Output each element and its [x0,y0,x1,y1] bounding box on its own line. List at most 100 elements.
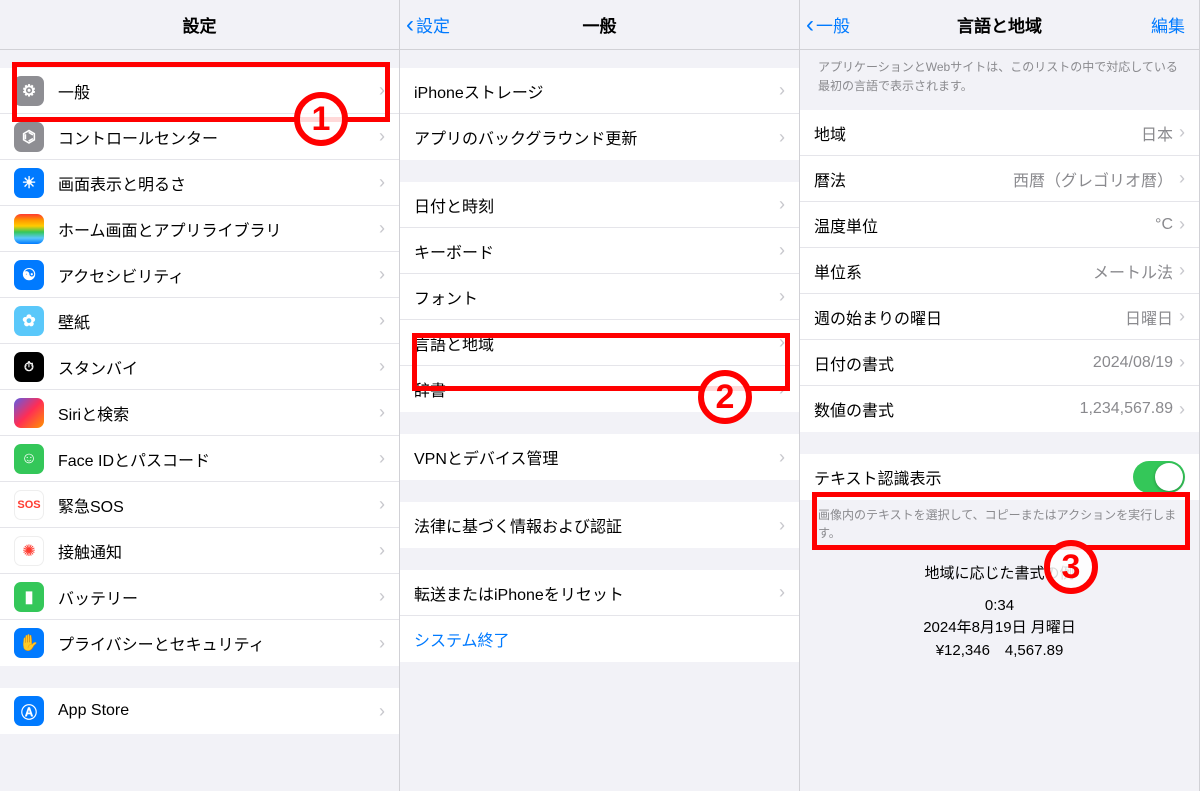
row-battery[interactable]: ▮ バッテリー › [0,574,399,620]
row-temperature[interactable]: 温度単位 °C › [800,202,1199,248]
chevron-right-icon: › [779,127,785,148]
chevron-right-icon: › [779,240,785,261]
chevron-right-icon: › [779,332,785,353]
chevron-right-icon: › [1179,122,1185,143]
row-background-refresh[interactable]: アプリのバックグラウンド更新 › [400,114,799,160]
back-button-general[interactable]: ‹ 一般 [806,12,850,37]
row-language-region[interactable]: 言語と地域 › [400,320,799,366]
label: 日付と時刻 [414,193,779,217]
row-general[interactable]: ⚙ 一般 › [0,68,399,114]
row-sos[interactable]: SOS 緊急SOS › [0,482,399,528]
row-iphone-storage[interactable]: iPhoneストレージ › [400,68,799,114]
chevron-right-icon: › [779,447,785,468]
live-text-toggle[interactable] [1133,461,1185,493]
row-dictionary[interactable]: 辞書 › [400,366,799,412]
label: コントロールセンター [58,125,379,149]
label: 法律に基づく情報および認証 [414,513,779,537]
row-accessibility[interactable]: ☯ アクセシビリティ › [0,252,399,298]
row-keyboard[interactable]: キーボード › [400,228,799,274]
row-calendar[interactable]: 暦法 西暦（グレゴリオ暦） › [800,156,1199,202]
panel-lang-region: ‹ 一般 言語と地域 編集 アプリケーションとWebサイトは、このリストの中で対… [800,0,1200,791]
general-list[interactable]: iPhoneストレージ › アプリのバックグラウンド更新 › 日付と時刻 › キ… [400,50,799,791]
chevron-right-icon: › [379,80,385,101]
row-measurement[interactable]: 単位系 メートル法 › [800,248,1199,294]
chevron-right-icon: › [779,379,785,400]
privacy-icon: ✋ [14,628,44,658]
row-display[interactable]: ☀ 画面表示と明るさ › [0,160,399,206]
chevron-right-icon: › [779,515,785,536]
chevron-right-icon: › [779,582,785,603]
label: フォント [414,285,779,309]
row-fonts[interactable]: フォント › [400,274,799,320]
row-home-screen[interactable]: ホーム画面とアプリライブラリ › [0,206,399,252]
label: ホーム画面とアプリライブラリ [58,217,379,241]
label: 接触通知 [58,539,379,563]
back-label: 設定 [416,12,450,37]
label: プライバシーとセキュリティ [58,631,379,655]
value: 1,234,567.89 [1080,400,1173,418]
chevron-right-icon: › [779,194,785,215]
back-button-settings[interactable]: ‹ 設定 [406,12,450,37]
label: 週の始まりの曜日 [814,305,1125,329]
chevron-right-icon: › [379,218,385,239]
example-money: ¥12,346 4,567.89 [810,639,1189,660]
live-text-note: 画像内のテキストを選択して、コピーまたはアクションを実行します。 [800,500,1199,542]
chevron-right-icon: › [1179,260,1185,281]
example-title: 地域に応じた書式の例 [810,562,1189,583]
format-example: 地域に応じた書式の例 0:34 2024年8月19日 月曜日 ¥12,346 4… [800,542,1199,680]
label: 緊急SOS [58,493,379,517]
chevron-right-icon: › [779,80,785,101]
label: システム終了 [414,627,785,651]
row-privacy[interactable]: ✋ プライバシーとセキュリティ › [0,620,399,666]
chevron-right-icon: › [379,264,385,285]
panel-settings: 設定 ⚙ 一般 › ⌬ コントロールセンター › ☀ 画面表示と明るさ › ホー… [0,0,400,791]
row-week-start[interactable]: 週の始まりの曜日 日曜日 › [800,294,1199,340]
row-exposure[interactable]: ✺ 接触通知 › [0,528,399,574]
lang-region-list[interactable]: アプリケーションとWebサイトは、このリストの中で対応している最初の言語で表示さ… [800,50,1199,791]
label: 辞書 [414,377,779,401]
label: 壁紙 [58,309,379,333]
row-date-time[interactable]: 日付と時刻 › [400,182,799,228]
row-legal[interactable]: 法律に基づく情報および認証 › [400,502,799,548]
row-date-format[interactable]: 日付の書式 2024/08/19 › [800,340,1199,386]
faceid-icon: ☺ [14,444,44,474]
edit-button[interactable]: 編集 [1151,12,1185,37]
standby-icon: ⏱ [14,352,44,382]
row-faceid[interactable]: ☺ Face IDとパスコード › [0,436,399,482]
settings-list[interactable]: ⚙ 一般 › ⌬ コントロールセンター › ☀ 画面表示と明るさ › ホーム画面… [0,50,399,791]
row-live-text[interactable]: テキスト認識表示 [800,454,1199,500]
title-general: 一般 [583,12,617,37]
brightness-icon: ☀ [14,168,44,198]
title-settings: 設定 [183,12,217,37]
row-vpn-device[interactable]: VPNとデバイス管理 › [400,434,799,480]
row-transfer-reset[interactable]: 転送またはiPhoneをリセット › [400,570,799,616]
chevron-right-icon: › [379,701,385,722]
row-control-center[interactable]: ⌬ コントロールセンター › [0,114,399,160]
label: 日付の書式 [814,351,1093,375]
row-wallpaper[interactable]: ✿ 壁紙 › [0,298,399,344]
navbar-settings: 設定 [0,0,399,50]
label: アクセシビリティ [58,263,379,287]
title-lang-region: 言語と地域 [957,12,1042,37]
chevron-right-icon: › [379,586,385,607]
chevron-right-icon: › [1179,306,1185,327]
accessibility-icon: ☯ [14,260,44,290]
label: VPNとデバイス管理 [414,445,779,469]
label: 画面表示と明るさ [58,171,379,195]
label: 数値の書式 [814,397,1080,421]
row-appstore[interactable]: Ⓐ App Store › [0,688,399,734]
navbar-lang-region: ‹ 一般 言語と地域 編集 [800,0,1199,50]
chevron-right-icon: › [379,172,385,193]
label: App Store [58,702,379,720]
row-region[interactable]: 地域 日本 › [800,110,1199,156]
siri-icon [14,398,44,428]
chevron-right-icon: › [379,402,385,423]
row-number-format[interactable]: 数値の書式 1,234,567.89 › [800,386,1199,432]
label: 温度単位 [814,213,1155,237]
label: iPhoneストレージ [414,79,779,103]
label: スタンバイ [58,355,379,379]
row-shut-down[interactable]: システム終了 [400,616,799,662]
row-standby[interactable]: ⏱ スタンバイ › [0,344,399,390]
example-date: 2024年8月19日 月曜日 [810,616,1189,637]
row-siri[interactable]: Siriと検索 › [0,390,399,436]
